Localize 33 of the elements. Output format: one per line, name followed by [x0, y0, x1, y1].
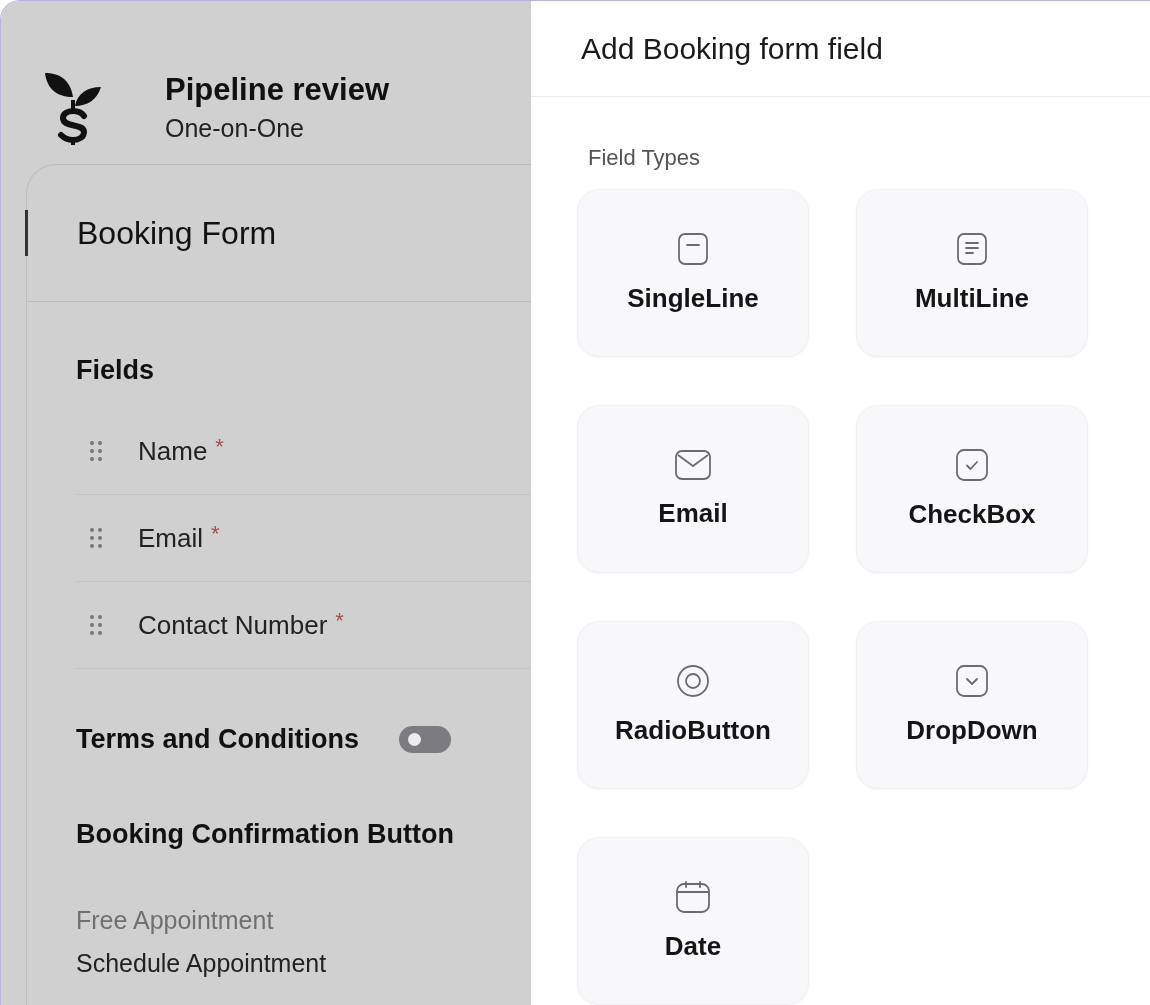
button-caption: Free Appointment [76, 906, 275, 935]
field-type-card[interactable]: CheckBox [856, 405, 1088, 573]
calendar-icon [676, 880, 710, 913]
required-mark: * [335, 608, 344, 634]
section-title: Fields [76, 355, 156, 386]
drag-handle-icon[interactable] [89, 440, 103, 462]
event-type: One-on-One [165, 114, 305, 143]
required-mark: * [215, 434, 224, 460]
button-text-value: Schedule Appointment [76, 949, 328, 978]
field-type-card[interactable]: Date [577, 837, 809, 1005]
field-type-card[interactable]: DropDown [856, 621, 1088, 789]
field-type-card[interactable]: SingleLine [577, 189, 809, 357]
event-title: Pipeline review [165, 72, 389, 108]
required-mark: * [211, 521, 220, 547]
field-type-card[interactable]: MultiLine [856, 189, 1088, 357]
section-title: Booking Confirmation Button [76, 819, 455, 850]
field-label: Contact Number [138, 609, 328, 641]
terms-toggle[interactable] [399, 726, 451, 753]
text-lines-icon [957, 232, 987, 265]
envelope-icon [675, 449, 711, 480]
drag-handle-icon[interactable] [89, 527, 103, 549]
panel-title: Add Booking form field [581, 31, 883, 66]
section-title: Field Types [588, 145, 702, 171]
terms-label: Terms and Conditions [76, 724, 359, 755]
field-type-card[interactable]: Email [577, 405, 809, 573]
nav-item[interactable]: Booking Form [25, 210, 283, 256]
field-label: Name [138, 435, 208, 467]
radio-icon [677, 664, 709, 697]
drag-handle-icon[interactable] [89, 614, 103, 636]
field-label: Email [138, 522, 203, 554]
dropdown-icon [956, 664, 988, 697]
field-type-card[interactable]: RadioButton [577, 621, 809, 789]
checkbox-icon [956, 448, 988, 481]
